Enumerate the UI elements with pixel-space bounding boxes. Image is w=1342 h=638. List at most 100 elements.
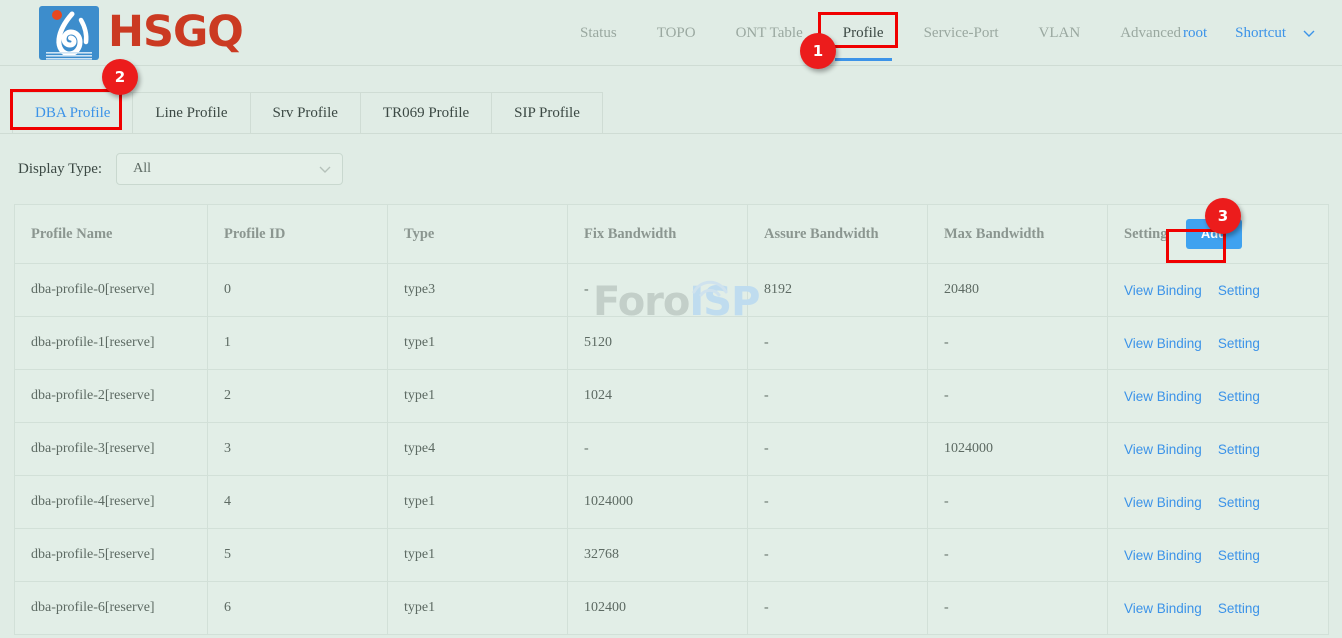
cell-profile-id: 5 [208,529,388,582]
table-row[interactable]: dba-profile-6[reserve] 6 type1 102400 - … [15,582,1329,635]
display-type-label: Display Type: [18,161,102,178]
cell-fix-bandwidth: 1024 [568,370,748,423]
cell-profile-name: dba-profile-6[reserve] [15,582,208,635]
view-binding-link[interactable]: View Binding [1124,336,1202,351]
nav-item-status[interactable]: Status [560,0,637,66]
cell-profile-name: dba-profile-5[reserve] [15,529,208,582]
cell-setting: View Binding Setting [1108,582,1329,635]
brand: HSGQ [36,0,243,65]
column-header-profile-id: Profile ID [208,205,388,264]
setting-link[interactable]: Setting [1218,601,1260,616]
dba-profile-table-wrap: Profile Name Profile ID Type Fix Bandwid… [14,204,1328,635]
header-user-area: root Shortcut [1171,0,1324,66]
cell-setting: View Binding Setting [1108,370,1329,423]
hsgq-logo-icon [36,3,102,63]
view-binding-link[interactable]: View Binding [1124,283,1202,298]
tab-tr069-profile[interactable]: TR069 Profile [360,92,492,133]
cell-type: type1 [388,317,568,370]
cell-profile-name: dba-profile-0[reserve] [15,264,208,317]
app-header: HSGQ Status TOPO ONT Table Profile Servi… [0,0,1342,66]
view-binding-link[interactable]: View Binding [1124,442,1202,457]
cell-fix-bandwidth: 32768 [568,529,748,582]
column-header-profile-name: Profile Name [15,205,208,264]
cell-fix-bandwidth: - [568,264,748,317]
cell-max-bandwidth: - [928,582,1108,635]
cell-setting: View Binding Setting [1108,317,1329,370]
view-binding-link[interactable]: View Binding [1124,389,1202,404]
table-row[interactable]: dba-profile-3[reserve] 3 type4 - - 10240… [15,423,1329,476]
table-body: dba-profile-0[reserve] 0 type3 - 8192 20… [15,264,1329,635]
cell-fix-bandwidth: 5120 [568,317,748,370]
column-header-type: Type [388,205,568,264]
column-header-fix-bandwidth: Fix Bandwidth [568,205,748,264]
view-binding-link[interactable]: View Binding [1124,548,1202,563]
cell-type: type4 [388,423,568,476]
top-navigation: Status TOPO ONT Table Profile Service-Po… [560,0,1201,66]
cell-max-bandwidth: 20480 [928,264,1108,317]
column-header-max-bandwidth: Max Bandwidth [928,205,1108,264]
cell-type: type1 [388,582,568,635]
cell-assure-bandwidth: - [748,423,928,476]
table-row[interactable]: dba-profile-5[reserve] 5 type1 32768 - -… [15,529,1329,582]
user-root-link[interactable]: root [1171,25,1219,42]
cell-type: type1 [388,476,568,529]
profile-subtab-bar: DBA Profile Line Profile Srv Profile TR0… [0,66,1342,134]
cell-type: type1 [388,370,568,423]
setting-link[interactable]: Setting [1218,389,1260,404]
setting-link[interactable]: Setting [1218,442,1260,457]
nav-item-service-port[interactable]: Service-Port [904,0,1019,66]
table-row[interactable]: dba-profile-0[reserve] 0 type3 - 8192 20… [15,264,1329,317]
shortcut-menu[interactable]: Shortcut [1223,25,1298,42]
cell-max-bandwidth: - [928,476,1108,529]
cell-profile-id: 0 [208,264,388,317]
cell-assure-bandwidth: - [748,529,928,582]
cell-profile-id: 3 [208,423,388,476]
cell-assure-bandwidth: - [748,476,928,529]
setting-link[interactable]: Setting [1218,336,1260,351]
nav-item-vlan[interactable]: VLAN [1019,0,1101,66]
annotation-marker-3: 3 [1205,198,1241,234]
view-binding-link[interactable]: View Binding [1124,495,1202,510]
setting-link[interactable]: Setting [1218,548,1260,563]
cell-type: type1 [388,529,568,582]
table-row[interactable]: dba-profile-2[reserve] 2 type1 1024 - - … [15,370,1329,423]
cell-type: type3 [388,264,568,317]
brand-name: HSGQ [108,11,243,54]
cell-setting: View Binding Setting [1108,264,1329,317]
annotation-marker-1: 1 [800,33,836,69]
table-row[interactable]: dba-profile-4[reserve] 4 type1 1024000 -… [15,476,1329,529]
nav-item-topo[interactable]: TOPO [637,0,716,66]
dba-profile-table: Profile Name Profile ID Type Fix Bandwid… [14,204,1329,635]
cell-profile-name: dba-profile-3[reserve] [15,423,208,476]
display-type-value: All [133,161,318,177]
cell-profile-name: dba-profile-2[reserve] [15,370,208,423]
setting-link[interactable]: Setting [1218,495,1260,510]
cell-profile-name: dba-profile-1[reserve] [15,317,208,370]
cell-assure-bandwidth: - [748,317,928,370]
annotation-marker-2: 2 [102,59,138,95]
cell-max-bandwidth: - [928,529,1108,582]
setting-link[interactable]: Setting [1218,283,1260,298]
tab-dba-profile[interactable]: DBA Profile [12,92,133,133]
cell-assure-bandwidth: 8192 [748,264,928,317]
cell-setting: View Binding Setting [1108,423,1329,476]
chevron-down-icon [318,162,332,176]
column-header-setting-label: Setting [1124,226,1168,243]
filter-row: Display Type: All [0,134,1342,204]
cell-profile-id: 6 [208,582,388,635]
display-type-select[interactable]: All [116,153,343,185]
cell-assure-bandwidth: - [748,370,928,423]
tab-line-profile[interactable]: Line Profile [132,92,250,133]
cell-fix-bandwidth: - [568,423,748,476]
cell-max-bandwidth: - [928,317,1108,370]
view-binding-link[interactable]: View Binding [1124,601,1202,616]
tab-srv-profile[interactable]: Srv Profile [250,92,361,133]
tab-sip-profile[interactable]: SIP Profile [491,92,603,133]
table-header-row: Profile Name Profile ID Type Fix Bandwid… [15,205,1329,264]
cell-setting: View Binding Setting [1108,476,1329,529]
cell-assure-bandwidth: - [748,582,928,635]
chevron-down-icon[interactable] [1302,26,1316,40]
cell-max-bandwidth: 1024000 [928,423,1108,476]
table-row[interactable]: dba-profile-1[reserve] 1 type1 5120 - - … [15,317,1329,370]
cell-max-bandwidth: - [928,370,1108,423]
